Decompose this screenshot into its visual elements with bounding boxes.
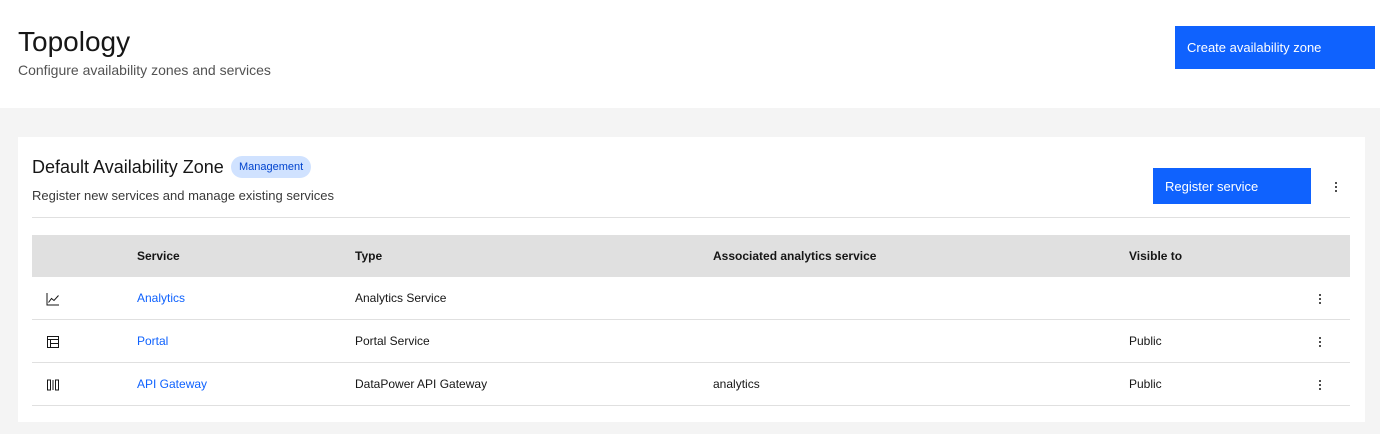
column-header-associated-analytics[interactable]: Associated analytics service [713, 235, 876, 277]
zone-title: Default Availability Zone [32, 157, 224, 177]
analytics-chart-icon [46, 293, 59, 306]
page-subtitle: Configure availability zones and service… [18, 62, 271, 78]
service-link[interactable]: API Gateway [137, 363, 207, 406]
service-type: Portal Service [355, 334, 430, 348]
service-type: Analytics Service [355, 291, 447, 305]
content-area: Default Availability Zone Management Reg… [0, 108, 1380, 434]
create-availability-zone-button[interactable]: Create availability zone [1175, 26, 1375, 69]
row-overflow-menu-icon[interactable] [1312, 375, 1328, 395]
portal-table-icon [47, 336, 59, 348]
topology-page: Topology Configure availability zones an… [0, 0, 1380, 434]
table-row: Analytics Analytics Service [32, 277, 1350, 320]
page-header: Topology Configure availability zones an… [0, 0, 1380, 108]
service-link[interactable]: Analytics [137, 277, 185, 320]
table-row: Portal Portal Service Public [32, 320, 1350, 363]
gateway-icon [47, 379, 59, 391]
column-header-type[interactable]: Type [355, 235, 382, 277]
services-table: Service Type Associated analytics servic… [32, 235, 1350, 406]
availability-zone-card: Default Availability Zone Management Reg… [18, 137, 1365, 422]
associated-analytics: analytics [713, 377, 760, 391]
zone-description: Register new services and manage existin… [32, 188, 335, 203]
column-header-service[interactable]: Service [137, 235, 180, 277]
register-service-button[interactable]: Register service [1153, 168, 1311, 204]
column-header-visible-to[interactable]: Visible to [1129, 235, 1182, 277]
table-row: API Gateway DataPower API Gateway analyt… [32, 363, 1350, 406]
service-type: DataPower API Gateway [355, 377, 488, 391]
row-overflow-menu-icon[interactable] [1312, 289, 1328, 309]
row-overflow-menu-icon[interactable] [1312, 332, 1328, 352]
visible-to: Public [1129, 334, 1162, 348]
divider [32, 217, 1350, 218]
zone-overflow-menu-icon[interactable] [1328, 177, 1344, 197]
service-link[interactable]: Portal [137, 320, 168, 363]
table-header: Service Type Associated analytics servic… [32, 235, 1350, 277]
visible-to: Public [1129, 377, 1162, 391]
page-title: Topology [18, 26, 131, 57]
zone-badge: Management [231, 156, 312, 178]
